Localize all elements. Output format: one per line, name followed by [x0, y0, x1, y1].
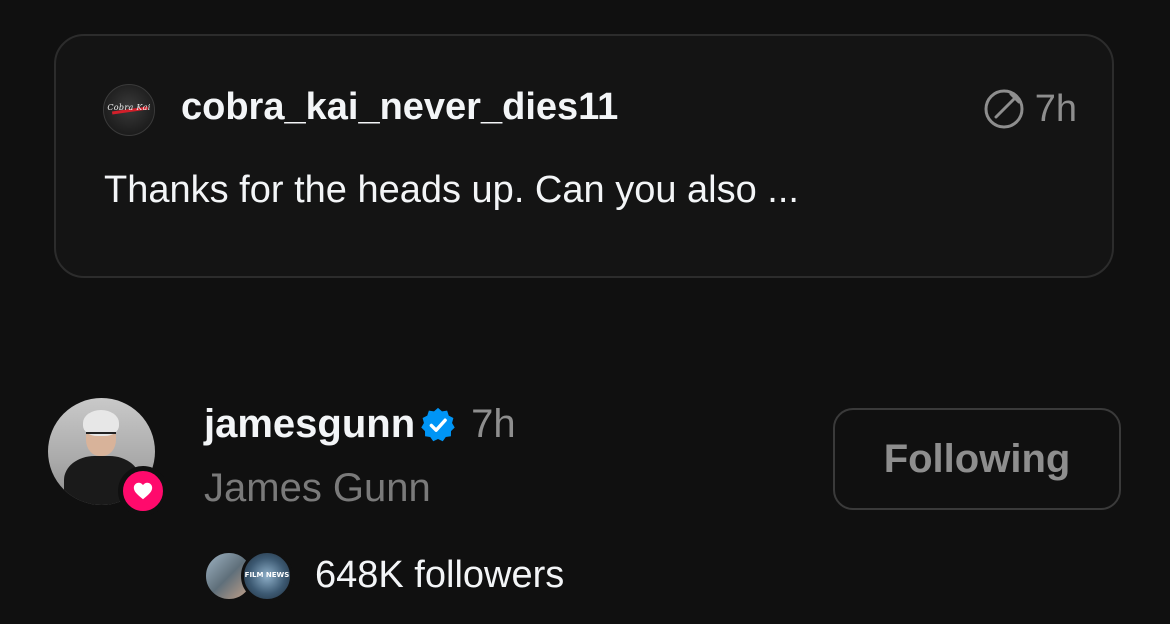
verified-badge-icon: [421, 407, 455, 441]
reply-time: 7h: [1034, 87, 1077, 130]
following-button[interactable]: Following: [833, 408, 1121, 510]
reply-text: Thanks for the heads up. Can you also ..…: [104, 169, 799, 211]
profile-username-row: jamesgunn 7h: [204, 402, 516, 447]
post-time: 7h: [471, 402, 516, 446]
avatar-glasses: [86, 432, 116, 440]
threads-activity-item: Cobra Kai cobra_kai_never_dies11 7h Than…: [0, 0, 1170, 624]
follower-avatar-text: FILM NEWS: [244, 571, 290, 579]
reply-author-avatar[interactable]: Cobra Kai: [103, 84, 155, 136]
heart-badge: [118, 466, 168, 516]
quoted-reply-card[interactable]: Cobra Kai cobra_kai_never_dies11 7h Than…: [54, 34, 1114, 278]
reply-author-username[interactable]: cobra_kai_never_dies11: [181, 86, 618, 129]
followers-count: 648K followers: [315, 553, 565, 596]
avatar-logo-text: Cobra Kai: [107, 103, 151, 112]
heart-icon: [133, 482, 153, 500]
compose-icon: [984, 89, 1024, 129]
follower-avatar: FILM NEWS: [241, 550, 293, 602]
reply-timestamp-group: 7h: [981, 86, 1077, 132]
profile-full-name: James Gunn: [204, 466, 431, 510]
follower-avatars: FILM NEWS: [203, 550, 295, 602]
profile-username[interactable]: jamesgunn: [204, 402, 415, 447]
followers-row[interactable]: FILM NEWS 648K followers: [203, 550, 565, 602]
